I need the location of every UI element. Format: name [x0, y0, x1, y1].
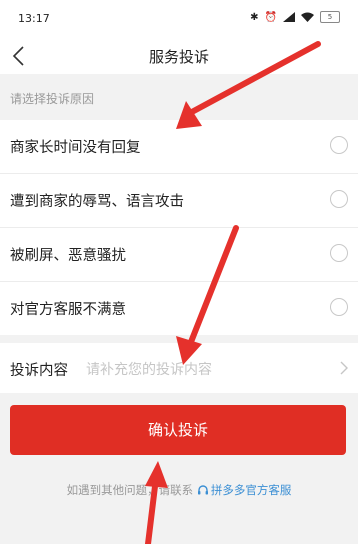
reason-radio[interactable]	[330, 244, 348, 262]
alarm-icon: ⏰	[264, 11, 277, 23]
nav-bar: 服务投诉	[0, 38, 358, 74]
footer-text: 如遇到其他问题，请联系	[66, 483, 194, 497]
reason-list: 商家长时间没有回复 遭到商家的辱骂、语言攻击 被刷屏、恶意骚扰 对官方客服不满意	[0, 120, 358, 335]
reason-option-no-reply[interactable]: 商家长时间没有回复	[0, 120, 358, 174]
signal-icon	[283, 12, 295, 22]
battery-level: 5	[327, 13, 333, 21]
reason-hint: 请选择投诉原因	[0, 80, 358, 114]
page-title: 服务投诉	[148, 48, 209, 66]
reason-label: 商家长时间没有回复	[10, 140, 141, 156]
wifi-icon	[301, 12, 314, 22]
complaint-content-row[interactable]: 投诉内容 请补充您的投诉内容	[0, 343, 358, 393]
reason-radio[interactable]	[330, 298, 348, 316]
status-icons: ✱ ⏰ 5	[250, 11, 340, 23]
reason-label: 被刷屏、恶意骚扰	[10, 248, 126, 264]
reason-option-service-unsatisfied[interactable]: 对官方客服不满意	[0, 282, 358, 335]
confirm-complaint-button[interactable]: 确认投诉	[10, 405, 346, 455]
chevron-right-icon	[340, 361, 348, 375]
reason-option-abuse[interactable]: 遭到商家的辱骂、语言攻击	[0, 174, 358, 228]
status-time: 13:17	[18, 12, 50, 25]
headset-icon	[197, 485, 208, 495]
annotation-arrow	[145, 461, 168, 544]
official-service-link-label: 拼多多官方客服	[210, 483, 292, 497]
bluetooth-icon: ✱	[250, 11, 259, 23]
reason-option-harassment[interactable]: 被刷屏、恶意骚扰	[0, 228, 358, 282]
complaint-content-input[interactable]: 请补充您的投诉内容	[86, 359, 212, 379]
status-bar: 13:17 ✱ ⏰ 5	[0, 0, 358, 38]
official-service-link[interactable]: 拼多多官方客服	[197, 483, 292, 497]
reason-label: 遭到商家的辱骂、语言攻击	[10, 194, 184, 210]
reason-hint-text: 请选择投诉原因	[10, 92, 95, 106]
reason-radio[interactable]	[330, 136, 348, 154]
footer-contact: 如遇到其他问题，请联系 拼多多官方客服	[0, 482, 358, 498]
reason-radio[interactable]	[330, 190, 348, 208]
complaint-content-label: 投诉内容	[10, 363, 68, 379]
reason-label: 对官方客服不满意	[10, 302, 126, 318]
battery-icon: 5	[320, 11, 340, 23]
